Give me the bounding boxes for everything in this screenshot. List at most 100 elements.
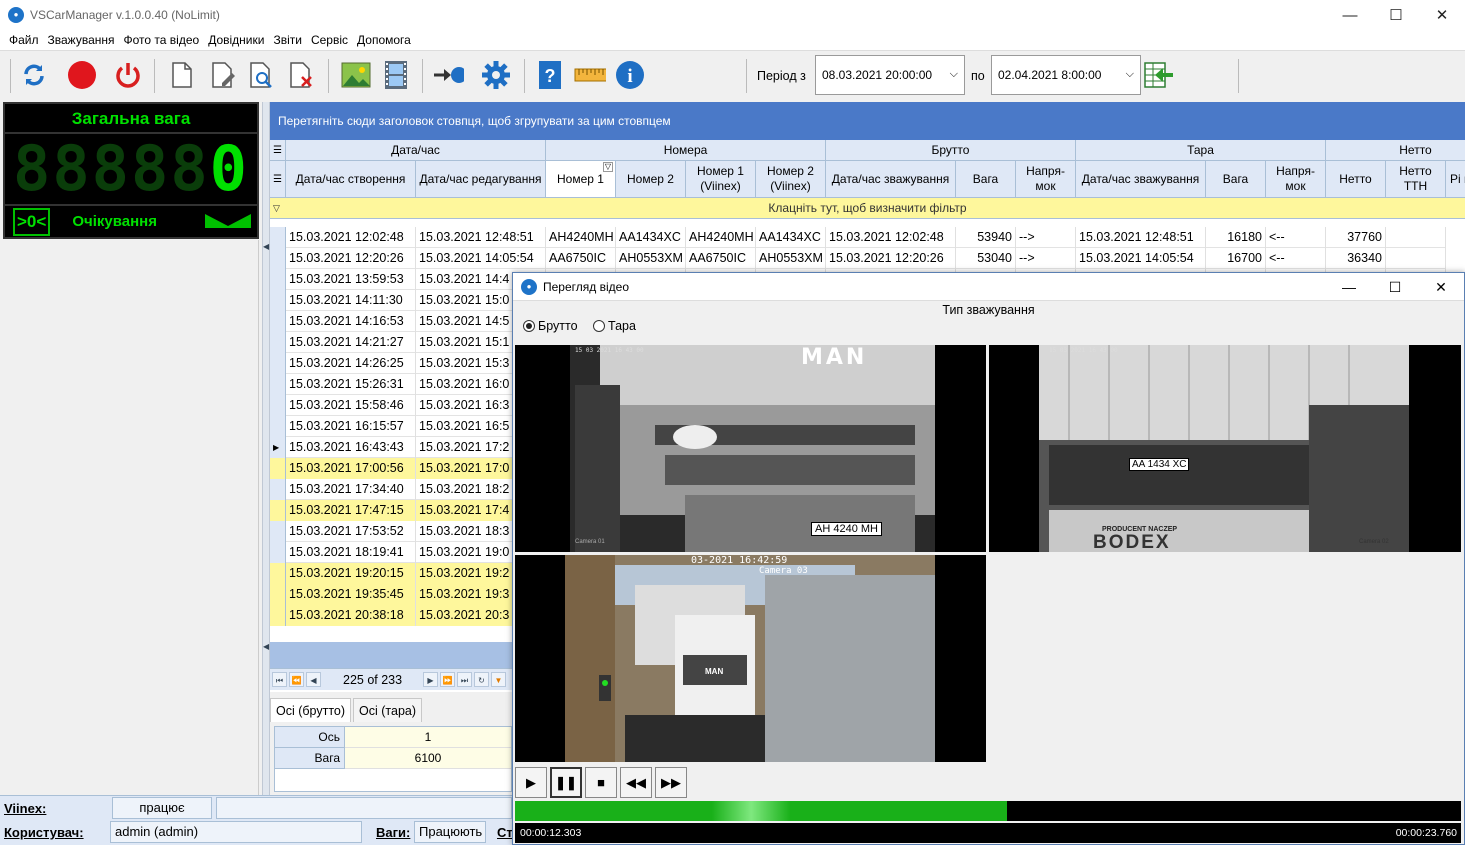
group-panel[interactable]: Перетягніть сюди заголовок стовпця, щоб …	[270, 102, 1465, 140]
col-tare-datetime[interactable]: Дата/час зважування	[1076, 161, 1206, 198]
radio-tare-dot[interactable]	[593, 320, 605, 332]
row-indicator[interactable]	[270, 500, 286, 521]
menu-weighing[interactable]: Зважування	[48, 33, 115, 47]
col-net[interactable]: Нетто	[1326, 161, 1386, 198]
col-number2-viinex[interactable]: Номер 2 (Viinex)	[756, 161, 826, 198]
filter-row[interactable]: ▽ Клацніть тут, щоб визначити фільтр	[270, 198, 1465, 219]
next-record-icon[interactable]: ▶	[423, 672, 438, 687]
fast-forward-button[interactable]: ▶▶	[655, 767, 687, 798]
view-doc-icon[interactable]	[246, 59, 278, 91]
band-gross[interactable]: Брутто	[826, 140, 1076, 161]
col-tare-direction[interactable]: Напря-мок	[1266, 161, 1326, 198]
close-button[interactable]: ✕	[1419, 0, 1465, 30]
info-icon[interactable]: i	[614, 59, 646, 91]
video-icon[interactable]	[380, 59, 412, 91]
band-datetime[interactable]: Дата/час	[286, 140, 546, 161]
menu-help[interactable]: Допомога	[357, 33, 411, 47]
row-indicator[interactable]	[270, 227, 286, 248]
power-icon[interactable]	[112, 59, 144, 91]
row-indicator[interactable]	[270, 374, 286, 395]
chevron-down-icon[interactable]: ⌵	[950, 68, 958, 81]
date-from-picker[interactable]: 08.03.2021 20:00:00 ⌵	[815, 55, 965, 95]
last-page-icon[interactable]: ⏭	[457, 672, 472, 687]
col-gross-direction[interactable]: Напря-мок	[1016, 161, 1076, 198]
camera-1-view[interactable]: 15 03 2021 16 43 00 MAN AH 4240 MH Camer…	[515, 345, 986, 552]
collapse-left-icon[interactable]: ◀	[263, 242, 269, 251]
table-row[interactable]: 15.03.2021 12:20:26 15.03.2021 14:05:54 AA…	[270, 248, 1446, 269]
column-selector-icon[interactable]: ☰	[270, 161, 286, 198]
col-net-ttn[interactable]: Нетто ТТН	[1386, 161, 1446, 198]
col-created[interactable]: Дата/час створення	[286, 161, 416, 198]
gear-icon[interactable]	[480, 59, 512, 91]
stop-button[interactable]: ■	[585, 767, 617, 798]
new-doc-icon[interactable]	[166, 59, 198, 91]
radio-tare[interactable]: Тара	[593, 319, 636, 333]
row-indicator[interactable]	[270, 563, 286, 584]
pause-button[interactable]: ❚❚	[550, 767, 582, 798]
date-to-picker[interactable]: 02.04.2021 8:00:00 ⌵	[991, 55, 1141, 95]
prev-record-icon[interactable]: ◀	[306, 672, 321, 687]
band-numbers[interactable]: Номера	[546, 140, 826, 161]
col-number1[interactable]: Номер 1 ▽	[546, 161, 616, 198]
maximize-button[interactable]: ☐	[1372, 273, 1418, 301]
ruler-icon[interactable]	[574, 59, 606, 91]
row-indicator[interactable]	[270, 416, 286, 437]
camera-3-view[interactable]: 03-2021 16:42:59 Camera 03 MAN	[515, 555, 986, 762]
playback-progress[interactable]	[515, 801, 1461, 821]
row-indicator[interactable]	[270, 353, 286, 374]
minimize-button[interactable]: —	[1327, 0, 1373, 30]
menu-file[interactable]: Файл	[9, 33, 39, 47]
first-page-icon[interactable]: ⏮	[272, 672, 287, 687]
col-gross-datetime[interactable]: Дата/час зважування	[826, 161, 956, 198]
arrow-dot-icon[interactable]	[432, 59, 464, 91]
col-edited[interactable]: Дата/час редагування	[416, 161, 546, 198]
col-number2[interactable]: Номер 2	[616, 161, 686, 198]
filter-icon[interactable]: ▼	[491, 672, 506, 687]
row-indicator[interactable]	[270, 521, 286, 542]
row-indicator[interactable]	[270, 395, 286, 416]
table-row[interactable]: 15.03.2021 12:02:48 15.03.2021 12:48:51 AH…	[270, 227, 1446, 248]
band-selector-icon[interactable]: ☰	[270, 140, 286, 161]
row-indicator[interactable]	[270, 248, 286, 269]
prev-page-icon[interactable]: ⏪	[289, 672, 304, 687]
row-indicator[interactable]	[270, 479, 286, 500]
record-icon[interactable]	[66, 59, 98, 91]
tab-axles-gross[interactable]: Осі (брутто)	[270, 698, 352, 722]
maximize-button[interactable]: ☐	[1373, 0, 1419, 30]
radio-gross-dot[interactable]	[523, 320, 535, 332]
help-book-icon[interactable]: ?	[534, 59, 566, 91]
chevron-down-icon[interactable]: ⌵	[1126, 68, 1134, 81]
edit-doc-icon[interactable]	[208, 59, 240, 91]
collapse-left-icon[interactable]: ◀	[263, 642, 269, 651]
menu-service[interactable]: Сервіс	[311, 33, 348, 47]
close-button[interactable]: ✕	[1418, 273, 1464, 301]
refresh-icon[interactable]	[18, 59, 50, 91]
next-page-icon[interactable]: ⏩	[440, 672, 455, 687]
band-tare[interactable]: Тара	[1076, 140, 1326, 161]
row-indicator[interactable]	[270, 269, 286, 290]
col-tare-weight[interactable]: Вага	[1206, 161, 1266, 198]
row-indicator[interactable]	[270, 605, 286, 626]
image-icon[interactable]	[340, 59, 372, 91]
rewind-button[interactable]: ◀◀	[620, 767, 652, 798]
menu-directories[interactable]: Довідники	[208, 33, 264, 47]
play-button[interactable]: ▶	[515, 767, 547, 798]
filter-icon[interactable]: ▽	[273, 198, 280, 219]
refresh-grid-icon[interactable]: ↻	[474, 672, 489, 687]
row-indicator[interactable]: ▶	[270, 437, 286, 458]
row-indicator[interactable]	[270, 332, 286, 353]
band-net[interactable]: Нетто	[1326, 140, 1465, 161]
row-indicator[interactable]	[270, 311, 286, 332]
menu-reports[interactable]: Звіти	[273, 33, 302, 47]
col-number1-viinex[interactable]: Номер 1 (Viinex)	[686, 161, 756, 198]
menu-photo-video[interactable]: Фото та відео	[124, 33, 200, 47]
radio-gross[interactable]: Брутто	[523, 319, 578, 333]
row-indicator[interactable]	[270, 290, 286, 311]
export-icon[interactable]	[1143, 59, 1175, 91]
panel-splitter[interactable]: ◀ ◀	[262, 102, 270, 795]
col-extra[interactable]: Рі н	[1446, 161, 1465, 198]
camera-2-view[interactable]: 15 03 2021 16 43 00 AA 1434 XC PRODUCENT…	[989, 345, 1461, 552]
filter-icon[interactable]: ▽	[602, 162, 613, 172]
col-gross-weight[interactable]: Вага	[956, 161, 1016, 198]
tab-axles-tare[interactable]: Осі (тара)	[353, 698, 423, 722]
